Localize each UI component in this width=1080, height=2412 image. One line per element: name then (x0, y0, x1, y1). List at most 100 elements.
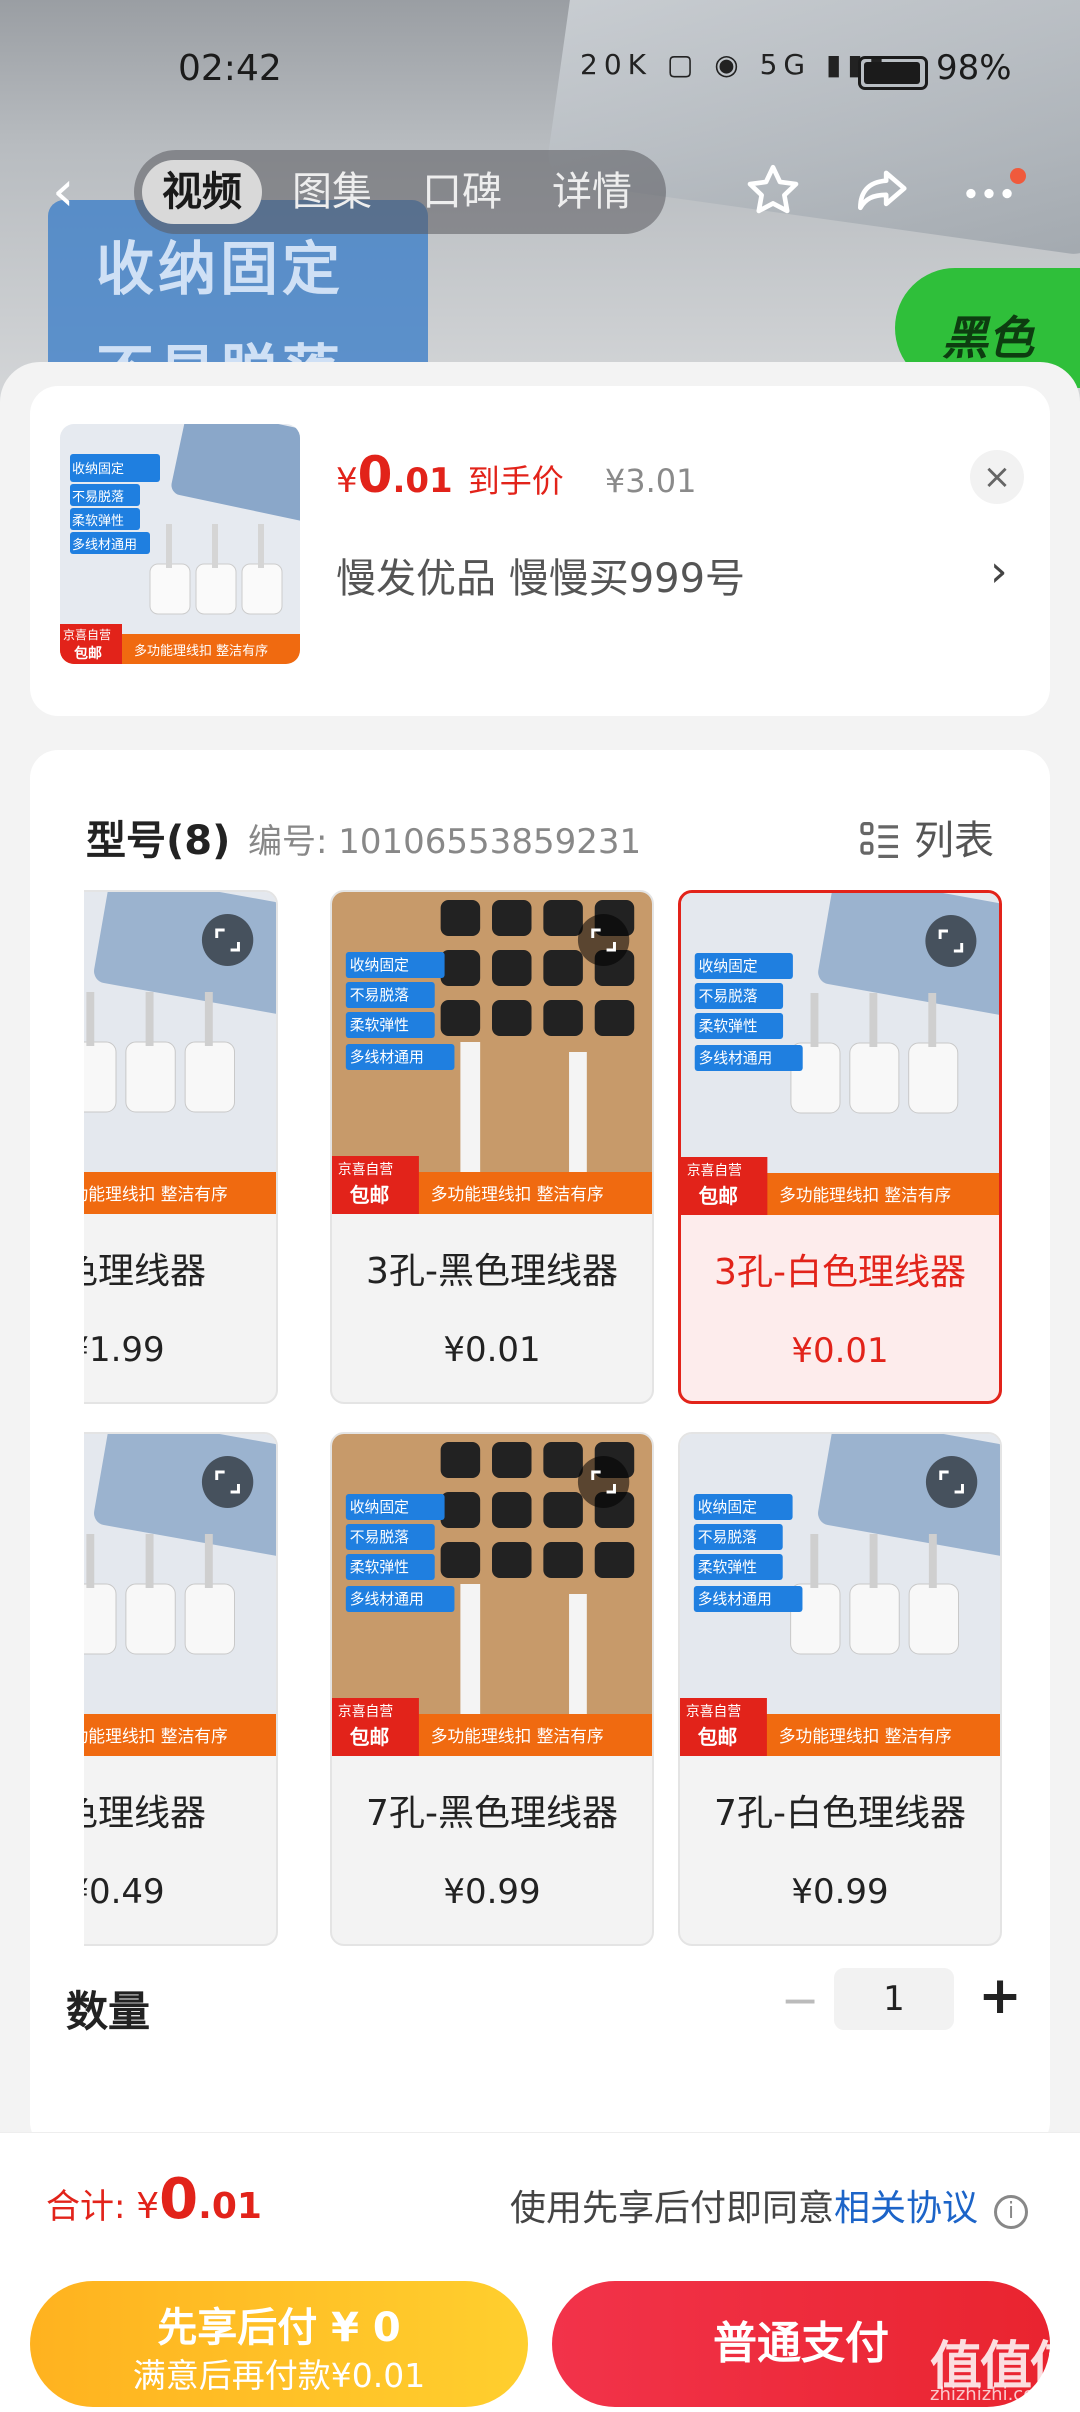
back-icon[interactable]: ‹ (52, 162, 92, 222)
svg-text:京喜自营: 京喜自营 (686, 1704, 741, 1720)
model-price: ¥0.01 (443, 1330, 541, 1370)
svg-text:柔软弹性: 柔软弹性 (350, 1558, 409, 1576)
info-icon[interactable]: i (994, 2195, 1029, 2229)
quantity-decrease-button[interactable]: − (770, 1970, 830, 2030)
svg-text:多功能理线扣 整洁有序: 多功能理线扣 整洁有序 (779, 1185, 951, 1205)
svg-text:不易脱落: 不易脱落 (698, 1528, 757, 1546)
svg-text:包邮: 包邮 (350, 1726, 390, 1749)
pay-later-label: 先享后付 ¥ 0 (157, 2305, 401, 2351)
list-label: 列表 (914, 818, 994, 864)
product-thumbnail[interactable]: 收纳固定 不易脱落 柔软弹性 多线材通用 京喜自营 包邮 多功能理线扣 整洁有序 (60, 424, 300, 664)
model-name: 3孔-白色理线器 (714, 1252, 966, 1293)
close-button[interactable]: × (970, 450, 1024, 504)
tab-reviews[interactable]: 口碑 (402, 160, 522, 224)
model-price: ¥0.99 (791, 1872, 889, 1912)
model-section: 型号(8) 编号: 10106553859231 列表 收纳固定不易脱落柔软弹性… (30, 750, 1050, 2150)
signal-icons: 20K ▢ ◉ 5G ▮▮▮ (580, 48, 891, 81)
banner-text-1: 收纳固定 (96, 235, 345, 303)
model-name: 7孔-白色理线器 (714, 1793, 966, 1834)
product-image: 收纳固定不易脱落柔软弹性多线材通用京喜自营包邮多功能理线扣 整洁有序 (84, 892, 276, 1214)
original-price: ¥3.01 (604, 462, 697, 500)
tag-label: 柔软弹性 (72, 514, 125, 529)
agreement-link[interactable]: 相关协议 (834, 2188, 978, 2229)
product-image: 收纳固定不易脱落柔软弹性多线材通用京喜自营包邮多功能理线扣 整洁有序 (681, 893, 999, 1215)
star-icon[interactable] (738, 160, 808, 230)
quantity-label: 数量 (66, 1987, 151, 2036)
battery-icon (858, 56, 928, 90)
model-option[interactable]: 收纳固定 不易脱落 柔软弹性 多线材通用 京喜自营 包邮 多功能理线扣 整洁有序 7孔-黑色… (330, 1432, 654, 1946)
tag-label: 多线材通用 (72, 538, 138, 553)
status-bar: 02:42 20K ▢ ◉ 5G ▮▮▮ 98% (0, 40, 1080, 100)
svg-text:收纳固定: 收纳固定 (699, 957, 758, 975)
color-badge-text: 黑色 (942, 311, 1034, 365)
tab-video[interactable]: 视频 (142, 160, 262, 224)
svg-text:柔软弹性: 柔软弹性 (698, 1558, 757, 1576)
svg-text:多线材通用: 多线材通用 (699, 1049, 773, 1067)
svg-text:包邮: 包邮 (350, 1184, 390, 1207)
thumb-banner: 多功能理线扣 整洁有序 (134, 644, 269, 659)
svg-text:不易脱落: 不易脱落 (350, 1528, 409, 1546)
model-option[interactable]: 收纳固定不易脱落柔软弹性多线材通用京喜自营包邮 多功能理线扣 整洁有序 3孔-黑色… (330, 890, 654, 1404)
deal-price: ¥0.01 到手价 ¥3.01 (336, 446, 696, 506)
agreement-notice: 使用先享后付即同意相关协议 i (510, 2179, 1029, 2231)
total-symbol: ¥ (136, 2186, 160, 2227)
model-price: ¥0.99 (443, 1872, 541, 1912)
svg-text:多功能理线扣 整洁有序: 多功能理线扣 整洁有序 (84, 1726, 228, 1746)
svg-text:多功能理线扣 整洁有序: 多功能理线扣 整洁有序 (431, 1726, 604, 1746)
total-label: 合计: (46, 2187, 137, 2227)
model-grid: 收纳固定不易脱落柔软弹性多线材通用京喜自营包邮多功能理线扣 整洁有序 白色理线器… (84, 890, 1044, 1950)
model-price: ¥0.01 (791, 1331, 889, 1371)
chevron-right-icon[interactable]: › (990, 546, 1008, 597)
price-integer: 0 (357, 446, 393, 504)
agreement-text: 使用先享后付即同意 (510, 2188, 835, 2229)
tag-label: 收纳固定 (72, 462, 125, 477)
svg-text:不易脱落: 不易脱落 (350, 986, 409, 1004)
tab-gallery[interactable]: 图集 (272, 160, 392, 224)
product-image: 收纳固定不易脱落柔软弹性多线材通用京喜自营包邮多功能理线扣 整洁有序 (84, 1434, 276, 1756)
price-decimal: .01 (392, 461, 453, 501)
model-price: ¥0.49 (84, 1872, 165, 1912)
sku-header: 收纳固定 不易脱落 柔软弹性 多线材通用 京喜自营 包邮 多功能理线扣 整洁有序… (30, 386, 1050, 716)
notification-dot (1010, 168, 1026, 184)
svg-text:柔软弹性: 柔软弹性 (699, 1017, 758, 1035)
model-option[interactable]: 收纳固定不易脱落柔软弹性多线材通用京喜自营包邮 多功能理线扣 整洁有序 7孔-白色… (678, 1432, 1002, 1946)
svg-text:不易脱落: 不易脱落 (699, 987, 758, 1005)
sku-selector-sheet: 收纳固定 不易脱落 柔软弹性 多线材通用 京喜自营 包邮 多功能理线扣 整洁有序… (0, 362, 1080, 2412)
product-image: 收纳固定不易脱落柔软弹性多线材通用京喜自营包邮 多功能理线扣 整洁有序 (680, 1434, 1000, 1756)
svg-text:收纳固定: 收纳固定 (350, 956, 409, 974)
svg-text:京喜自营: 京喜自营 (687, 1163, 742, 1179)
quantity-increase-button[interactable]: + (968, 1964, 1032, 2028)
product-image: 收纳固定不易脱落柔软弹性多线材通用京喜自营包邮多功能理线扣 整洁有序 (332, 1434, 652, 1756)
share-icon[interactable] (846, 160, 916, 230)
list-view-toggle[interactable]: 列表 (860, 808, 994, 866)
price-symbol: ¥ (336, 461, 358, 501)
model-name: 7孔-黑色理线器 (366, 1793, 618, 1834)
tab-details[interactable]: 详情 (532, 160, 652, 224)
svg-text:收纳固定: 收纳固定 (698, 1498, 757, 1516)
svg-text:多线材通用: 多线材通用 (350, 1048, 424, 1066)
price-label: 到手价 (467, 462, 564, 500)
svg-text:多功能理线扣 整洁有序: 多功能理线扣 整洁有序 (779, 1726, 952, 1746)
pay-later-button[interactable]: 先享后付 ¥ 0 满意后再付款¥0.01 (30, 2281, 528, 2407)
battery-percent: 98% (936, 48, 1012, 88)
self-op-label: 京喜自营 (63, 628, 112, 642)
svg-text:多线材通用: 多线材通用 (698, 1590, 772, 1608)
svg-text:多功能理线扣 整洁有序: 多功能理线扣 整洁有序 (431, 1184, 604, 1204)
svg-text:柔软弹性: 柔软弹性 (350, 1016, 409, 1034)
svg-text:京喜自营: 京喜自营 (338, 1162, 393, 1178)
watermark-url: zhizhizhi.com (930, 2384, 1052, 2405)
model-option[interactable]: 收纳固定不易脱落柔软弹性多线材通用京喜自营包邮多功能理线扣 整洁有序 白色理线器… (84, 1432, 278, 1946)
model-option[interactable]: 收纳固定不易脱落柔软弹性多线材通用京喜自营包邮多功能理线扣 整洁有序 白色理线器… (84, 890, 278, 1404)
shop-name[interactable]: 慢发优品 慢慢买999号 (336, 546, 745, 604)
pay-later-sublabel: 满意后再付款¥0.01 (132, 2356, 426, 2395)
model-name: 3孔-黑色理线器 (366, 1251, 618, 1292)
status-time: 02:42 (178, 48, 282, 89)
model-option-selected[interactable]: 收纳固定 不易脱落 柔软弹性 多线材通用 京喜自营 包邮 多功能理线扣 整洁有序 3孔-白色… (678, 890, 1002, 1404)
svg-text:京喜自营: 京喜自营 (338, 1704, 393, 1720)
tag-label: 不易脱落 (72, 490, 125, 505)
total-price: 合计: ¥0.01 (46, 2167, 262, 2232)
product-image: 收纳固定不易脱落柔软弹性多线材通用京喜自营包邮 多功能理线扣 整洁有序 (332, 892, 652, 1214)
total-integer: 0 (159, 2167, 199, 2232)
quantity-input[interactable]: 1 (834, 1968, 954, 2030)
svg-text:包邮: 包邮 (698, 1726, 738, 1749)
